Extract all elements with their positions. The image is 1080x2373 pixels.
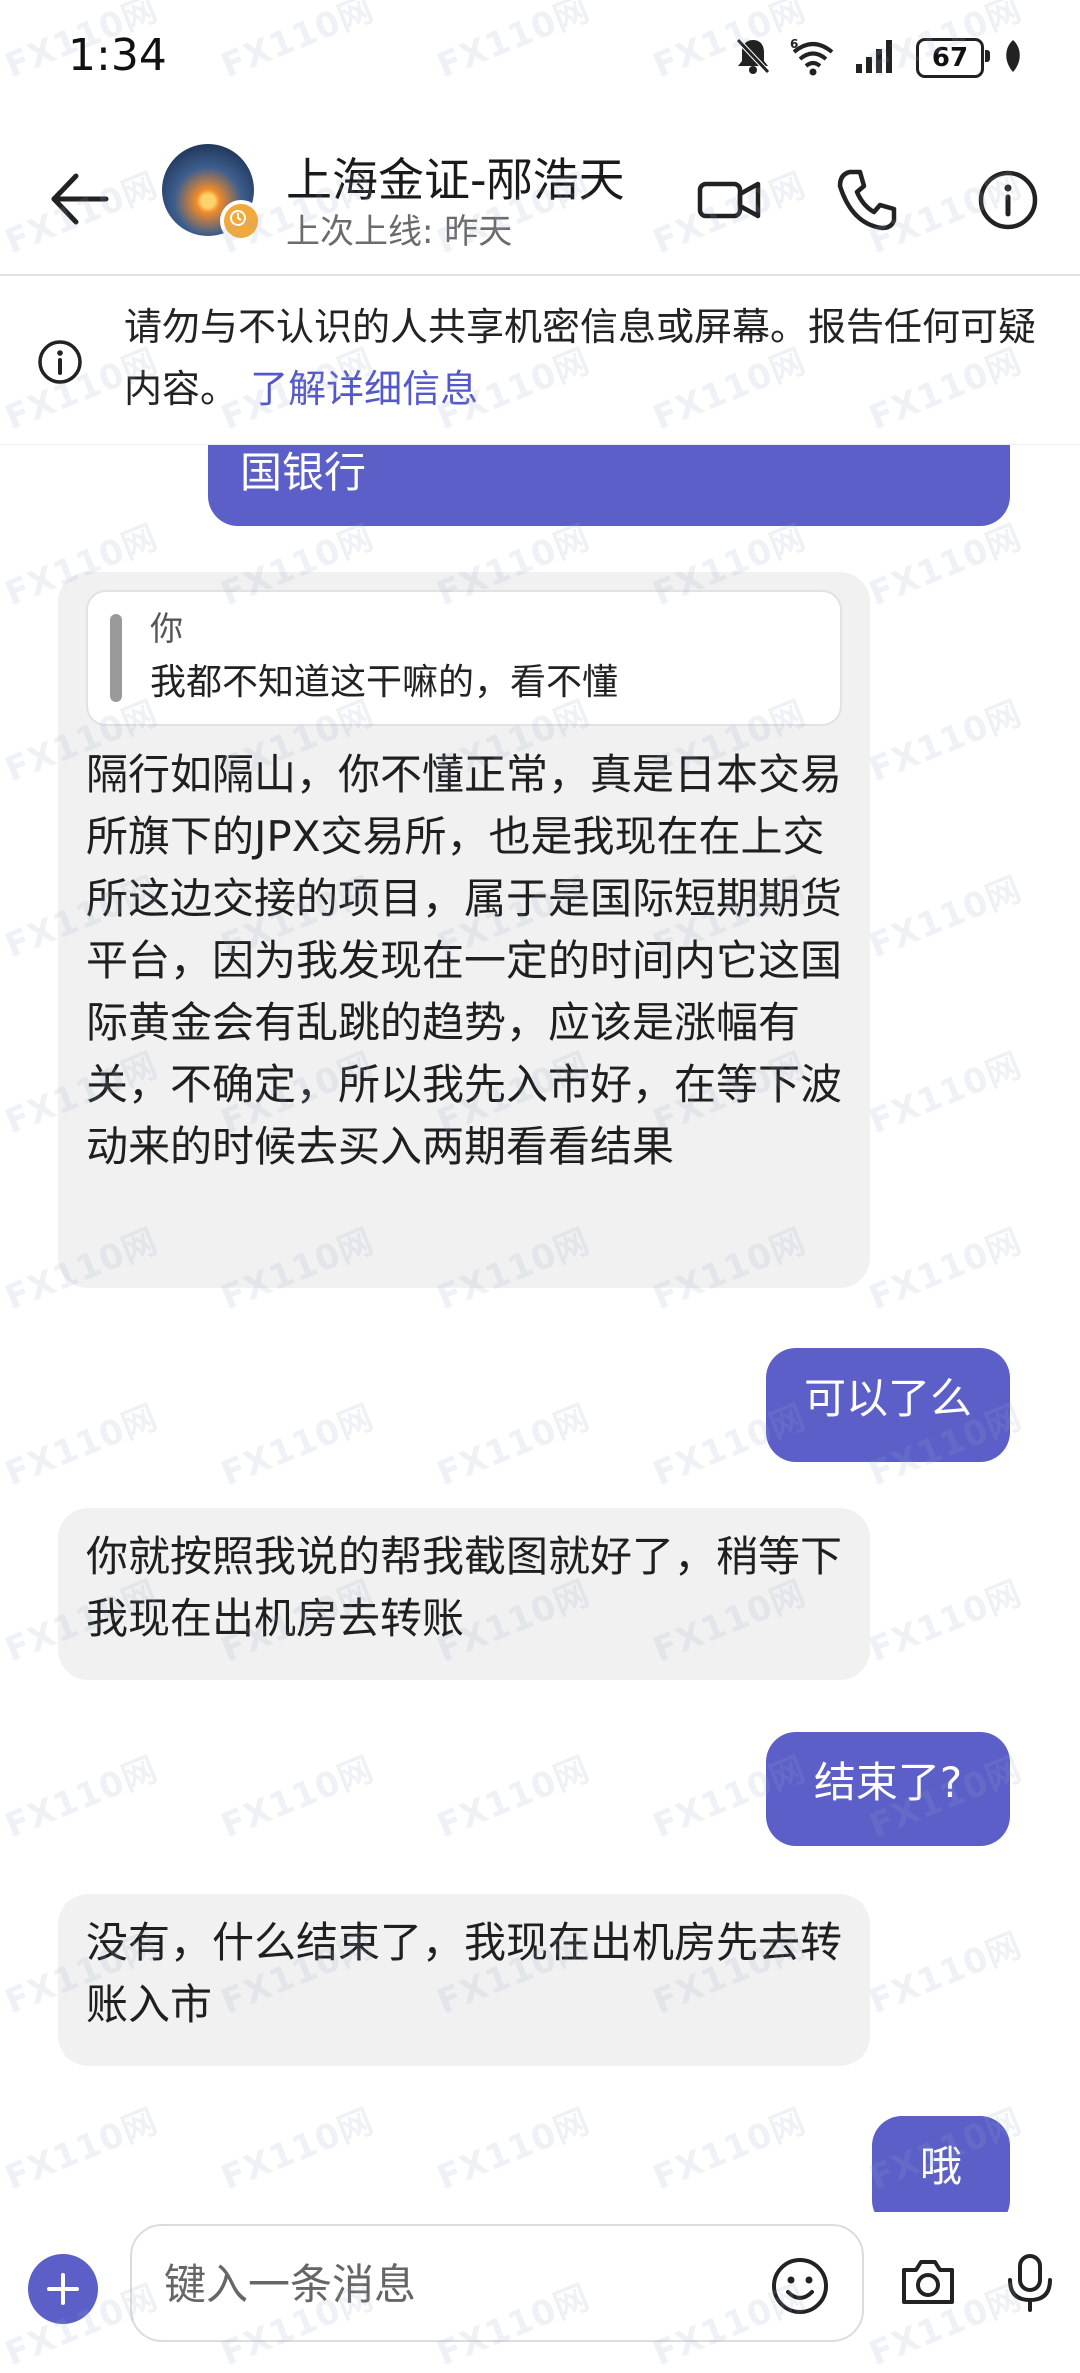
message-input[interactable] <box>162 2248 726 2320</box>
outgoing-message[interactable]: 结束了? <box>766 1732 1010 1846</box>
learn-more-link[interactable]: 了解详细信息 <box>250 367 478 411</box>
banner-message: 请勿与不认识的人共享机密信息或屏幕。报告任何可疑内容。 了解详细信息 <box>124 296 1044 420</box>
plus-icon <box>47 2273 79 2305</box>
incoming-message[interactable]: 没有，什么结束了，我现在出机房先去转账入市 <box>58 1894 870 2066</box>
message-text: 隔行如隔山，你不懂正常，真是日本交易所旗下的JPX交易所，也是我现在在上交所这边… <box>86 750 843 1171</box>
microphone-icon <box>1008 2254 1052 2312</box>
chat-screen: 1:34 6 67 上海金证-邴浩天 上次上线: 昨天 请勿与不认识的人共享机密… <box>0 0 1080 2373</box>
voice-call-button[interactable] <box>830 164 902 236</box>
message-input-box <box>130 2224 864 2342</box>
message-text: 结束了? <box>813 1758 963 1807</box>
wifi-6-icon: 6 <box>790 36 836 80</box>
clock-icon <box>230 210 246 226</box>
info-icon <box>38 340 82 384</box>
message-composer <box>0 2212 1080 2373</box>
contact-name[interactable]: 上海金证-邴浩天 <box>286 144 625 210</box>
message-text: 可以了么 <box>803 1374 972 1423</box>
last-seen-status: 上次上线: 昨天 <box>286 212 513 252</box>
quoted-reply[interactable]: 你 我都不知道这干嘛的，看不懂 <box>86 590 842 726</box>
away-status-badge <box>220 200 262 242</box>
outgoing-message[interactable]: 哦 <box>872 2116 1010 2212</box>
quote-bar <box>110 614 122 702</box>
safety-warning-banner: 请勿与不认识的人共享机密信息或屏幕。报告任何可疑内容。 了解详细信息 <box>0 274 1080 445</box>
voice-message-button[interactable] <box>998 2250 1062 2314</box>
chat-info-button[interactable] <box>972 164 1044 236</box>
back-arrow-icon <box>51 173 109 225</box>
add-attachment-button[interactable] <box>28 2254 98 2324</box>
mute-bell-icon <box>734 36 772 80</box>
signal-icon <box>854 38 898 78</box>
quote-author: 你 <box>150 609 183 648</box>
outgoing-message[interactable]: 可以了么 <box>766 1348 1010 1462</box>
outgoing-message[interactable]: 国银行 <box>208 442 1010 526</box>
camera-icon <box>902 2260 954 2304</box>
phone-icon <box>837 169 897 231</box>
video-call-button[interactable] <box>694 164 766 236</box>
message-list[interactable]: 国银行 你 我都不知道这干嘛的，看不懂 隔行如隔山，你不懂正常，真是日本交易所旗… <box>0 442 1080 2212</box>
quote-text: 我都不知道这干嘛的，看不懂 <box>150 662 619 703</box>
battery-indicator: 67 <box>916 38 990 78</box>
chat-header: 上海金证-邴浩天 上次上线: 昨天 <box>0 124 1080 274</box>
status-time: 1:34 <box>68 30 167 81</box>
info-icon <box>978 170 1038 230</box>
message-text: 国银行 <box>240 448 367 497</box>
video-camera-icon <box>697 181 761 219</box>
incoming-message[interactable]: 你就按照我说的帮我截图就好了，稍等下我现在出机房去转账 <box>58 1508 870 1680</box>
message-text: 没有，什么结束了，我现在出机房先去转账入市 <box>86 1918 843 2029</box>
message-text: 你就按照我说的帮我截图就好了，稍等下我现在出机房去转账 <box>86 1532 843 1643</box>
message-text: 哦 <box>919 2142 962 2191</box>
contact-avatar[interactable] <box>162 144 262 242</box>
back-button[interactable] <box>46 164 116 234</box>
leaf-icon <box>1002 38 1024 78</box>
svg-text:6: 6 <box>790 37 798 51</box>
status-icons: 6 67 <box>734 36 1024 80</box>
smiley-icon <box>772 2258 828 2314</box>
emoji-button[interactable] <box>768 2254 832 2318</box>
camera-button[interactable] <box>896 2250 960 2314</box>
incoming-message[interactable]: 你 我都不知道这干嘛的，看不懂 隔行如隔山，你不懂正常，真是日本交易所旗下的JP… <box>58 572 870 1288</box>
status-bar: 1:34 6 67 <box>0 0 1080 124</box>
